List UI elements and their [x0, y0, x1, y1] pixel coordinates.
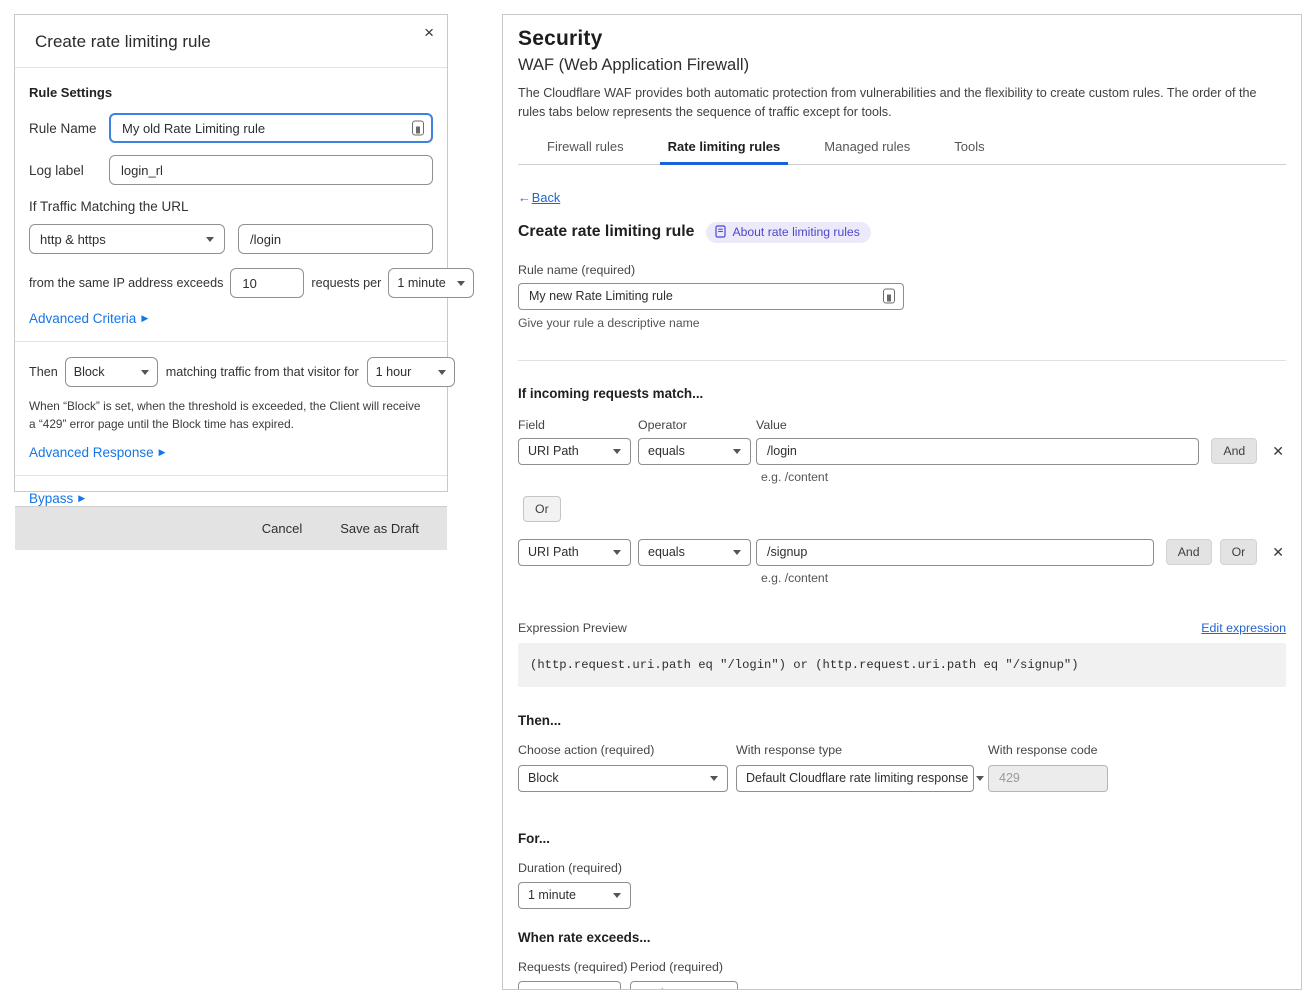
autofill-icon[interactable] [412, 121, 424, 136]
field-select[interactable]: URI Path [518, 539, 631, 566]
tab-rate-limiting-rules[interactable]: Rate limiting rules [664, 139, 785, 164]
action-select[interactable]: Block [518, 765, 728, 792]
close-icon[interactable]: × [424, 24, 434, 41]
rule-settings-heading: Rule Settings [29, 85, 433, 100]
tab-tools[interactable]: Tools [950, 139, 988, 164]
and-button[interactable]: And [1211, 438, 1257, 464]
back-arrow-icon: ← [518, 190, 531, 205]
page-subtitle: WAF (Web Application Firewall) [518, 56, 1286, 75]
response-type-select[interactable]: Default Cloudflare rate limiting respons… [736, 765, 974, 792]
operator-select[interactable]: equals [638, 438, 751, 465]
requests-label: Requests (required) [518, 960, 630, 974]
legacy-duration-select[interactable]: 1 hour [367, 357, 455, 387]
rule-name-label: Rule Name [29, 121, 109, 136]
autofill-icon[interactable] [883, 289, 895, 304]
for-heading: For... [518, 831, 1286, 846]
operator-select[interactable]: equals [638, 539, 751, 566]
dialog-header: Create rate limiting rule × [15, 15, 447, 68]
then-heading: Then... [518, 713, 1286, 728]
waf-tabs: Firewall rules Rate limiting rules Manag… [518, 139, 1286, 165]
value-hint: e.g. /content [761, 470, 1286, 484]
period-label: Period (required) [630, 960, 723, 974]
expression-preview-code: (http.request.uri.path eq "/login") or (… [518, 643, 1286, 687]
rule-name-input[interactable] [518, 283, 904, 310]
tab-firewall-rules[interactable]: Firewall rules [543, 139, 628, 164]
bypass-link[interactable]: Bypass ▶ [29, 491, 85, 506]
or-button[interactable]: Or [523, 496, 561, 522]
condition-row: URI Path equals And ✕ [518, 438, 1286, 465]
tab-managed-rules[interactable]: Managed rules [820, 139, 914, 164]
response-code-input [988, 765, 1108, 792]
value-label: Value [756, 418, 787, 432]
page-title: Security [518, 27, 1286, 51]
caret-right-icon: ▶ [78, 494, 85, 503]
form-title: Create rate limiting rule [518, 223, 694, 241]
and-button[interactable]: And [1166, 539, 1212, 565]
field-label: Field [518, 418, 638, 432]
document-icon [715, 225, 726, 238]
value-input[interactable] [756, 539, 1154, 566]
back-link[interactable]: ← Back [518, 190, 560, 205]
save-as-draft-button[interactable]: Save as Draft [340, 521, 419, 536]
remove-condition-icon[interactable]: ✕ [1270, 542, 1286, 563]
response-type-label: With response type [736, 743, 974, 757]
rule-name-help: Give your rule a descriptive name [518, 316, 1286, 330]
choose-action-label: Choose action (required) [518, 743, 728, 757]
advanced-criteria-link[interactable]: Advanced Criteria ▶ [29, 311, 148, 326]
duration-label: Duration (required) [518, 861, 1286, 875]
dialog-footer: Cancel Save as Draft [15, 506, 447, 550]
caret-right-icon: ▶ [141, 314, 148, 323]
waf-security-panel: Security WAF (Web Application Firewall) … [502, 14, 1302, 990]
value-input[interactable] [756, 438, 1199, 465]
legacy-period-select[interactable]: 1 minute [388, 268, 474, 298]
rate-heading: When rate exceeds... [518, 930, 1286, 945]
divider [518, 360, 1286, 361]
advanced-response-link[interactable]: Advanced Response ▶ [29, 445, 166, 460]
log-label-label: Log label [29, 163, 109, 178]
block-note-text: When “Block” is set, when the threshold … [29, 397, 433, 434]
rule-name-label: Rule name (required) [518, 263, 1286, 277]
then-suffix-text: matching traffic from that visitor for [166, 365, 359, 379]
match-heading: If incoming requests match... [518, 386, 1286, 401]
divider [15, 341, 447, 342]
divider [15, 475, 447, 476]
legacy-rate-limit-dialog: Create rate limiting rule × Rule Setting… [14, 14, 448, 492]
requests-input[interactable] [518, 981, 621, 990]
field-select[interactable]: URI Path [518, 438, 631, 465]
traffic-match-heading: If Traffic Matching the URL [29, 199, 433, 214]
dialog-body: Rule Settings Rule Name Log label If Tra… [15, 68, 447, 506]
threshold-suffix-text: requests per [311, 276, 381, 290]
period-select[interactable]: 1 minute [630, 981, 738, 990]
log-label-input[interactable] [109, 155, 433, 185]
expression-preview-label: Expression Preview [518, 621, 627, 635]
page-description: The Cloudflare WAF provides both automat… [518, 84, 1286, 122]
threshold-prefix-text: from the same IP address exceeds [29, 276, 223, 290]
threshold-input[interactable] [230, 268, 304, 298]
then-label: Then [29, 365, 58, 379]
legacy-action-select[interactable]: Block [65, 357, 158, 387]
about-rate-limiting-link[interactable]: About rate limiting rules [706, 222, 870, 243]
remove-condition-icon[interactable]: ✕ [1270, 441, 1286, 462]
operator-label: Operator [638, 418, 756, 432]
edit-expression-link[interactable]: Edit expression [1201, 621, 1286, 635]
cancel-button[interactable]: Cancel [262, 521, 302, 536]
duration-select[interactable]: 1 minute [518, 882, 631, 909]
url-input[interactable] [238, 224, 433, 254]
condition-row: URI Path equals And Or ✕ [518, 539, 1286, 566]
rule-name-input[interactable] [109, 113, 433, 143]
caret-right-icon: ▶ [159, 448, 166, 457]
dialog-title: Create rate limiting rule [35, 32, 211, 51]
value-hint: e.g. /content [761, 571, 1286, 585]
scheme-select[interactable]: http & https [29, 224, 225, 254]
or-button[interactable]: Or [1220, 539, 1258, 565]
response-code-label: With response code [988, 743, 1108, 757]
